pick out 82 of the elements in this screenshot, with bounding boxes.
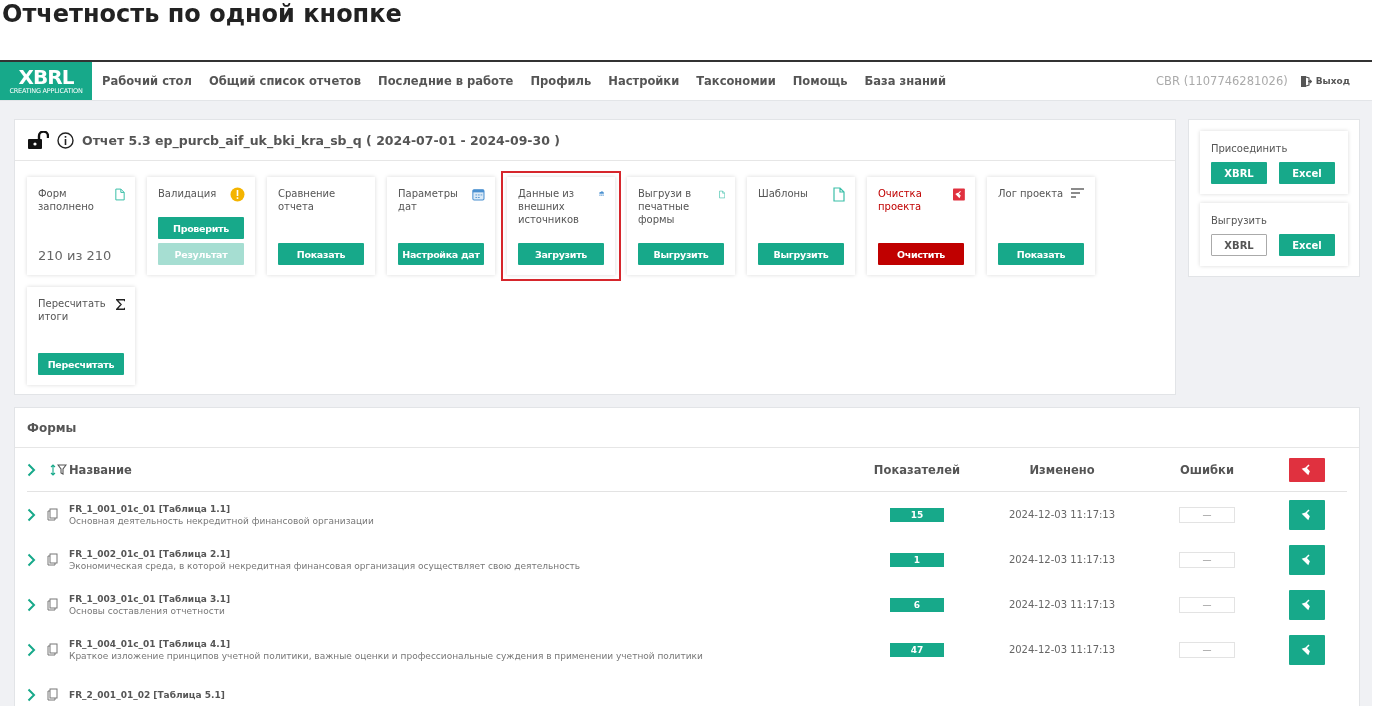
count-badge: 15 [890, 507, 944, 522]
tile-title: Пересчитать итоги [38, 297, 107, 323]
unlocked-icon[interactable] [27, 131, 49, 149]
forms-count: 210 из 210 [38, 248, 113, 263]
list-icon [1070, 187, 1085, 199]
table-cell: 2024-12-03 11:17:13 [1008, 599, 1116, 610]
user-name: CBR (1107746281026) [1156, 74, 1288, 88]
form-code[interactable]: FR_1_002_01c_01 [Таблица 2.1] [69, 548, 857, 559]
column-header[interactable]: Изменено [1029, 462, 1095, 477]
clear-button[interactable] [1289, 589, 1325, 620]
form-code[interactable]: FR_2_001_01_02 [Таблица 5.1] [69, 689, 857, 700]
page-heading: Отчетность по одной кнопке [1, 0, 403, 30]
document-icon [833, 187, 845, 202]
clear-button[interactable] [1289, 499, 1325, 530]
clear-button[interactable] [1289, 634, 1325, 665]
clear-all-button[interactable] [1289, 457, 1325, 482]
chevron-right-icon[interactable] [27, 462, 36, 477]
logout-icon [1299, 74, 1312, 88]
copy-icon[interactable] [47, 688, 58, 701]
logout-link[interactable]: Выход [1299, 74, 1350, 88]
table-cell: 2024-12-03 11:17:13 [1008, 644, 1116, 655]
calendar-icon [472, 187, 485, 202]
info-icon[interactable] [57, 131, 74, 149]
errors-cell: — [1179, 506, 1235, 523]
button[interactable]: Очистить [878, 243, 964, 265]
count-badge: 6 [890, 597, 944, 612]
form-description: Основы составления отчетности [69, 605, 226, 616]
copy-icon[interactable] [47, 553, 58, 566]
nav-link[interactable]: Профиль [530, 74, 592, 88]
chevron-right-icon[interactable] [27, 687, 36, 702]
tile-title: Данные из внешних источников [518, 187, 580, 226]
warning-icon [230, 187, 245, 202]
tile-title: Параметры дат [398, 187, 459, 213]
errors-cell: — [1179, 641, 1235, 658]
errors-cell: — [1179, 596, 1235, 613]
table-cell: 2024-12-03 11:17:13 [1008, 509, 1116, 520]
nav-link[interactable]: Помощь [792, 74, 848, 88]
table-cell: 2024-12-03 11:17:13 [1008, 554, 1116, 565]
chevron-right-icon[interactable] [27, 597, 36, 612]
report-title: Отчет 5.3 ep_purcb_aif_uk_bki_kra_sb_q ( 2024-07-01 - 2024-09-30 ) [82, 132, 560, 148]
chevron-right-icon[interactable] [27, 552, 36, 567]
column-header[interactable]: Ошибки [1180, 462, 1234, 477]
chevron-right-icon[interactable] [27, 507, 36, 522]
sort-icon[interactable] [49, 463, 56, 476]
filter-icon[interactable] [56, 464, 67, 475]
count-badge: 1 [890, 552, 944, 567]
chevron-right-icon[interactable] [27, 642, 36, 657]
nav-link[interactable]: Общий список отчетов [208, 74, 362, 88]
tile-title: Очистка проекта [878, 187, 923, 213]
count-badge: 47 [890, 642, 944, 657]
broom-icon [953, 187, 965, 202]
document-icon [718, 187, 725, 202]
copy-icon[interactable] [47, 508, 58, 521]
sigma-icon [115, 297, 125, 312]
column-header[interactable]: Показателей [873, 462, 961, 477]
column-header[interactable]: Название [69, 462, 132, 477]
tile-title: Выгрузи в печатные формы [638, 187, 693, 226]
tile-title: Форм заполнено [38, 187, 95, 213]
nav-link[interactable]: Рабочий стол [102, 74, 192, 88]
form-description: Основная деятельность некредитной финансовой организации [69, 515, 375, 526]
tile-title: Сравнение отчета [278, 187, 337, 213]
form-description: Экономическая среда, в которой некредитная финансовая организация осуществляет свою деятельность [69, 560, 582, 571]
copy-icon[interactable] [47, 598, 58, 611]
form-code[interactable]: FR_1_003_01c_01 [Таблица 3.1] [69, 593, 857, 604]
nav-link[interactable]: Таксономии [696, 74, 776, 88]
errors-cell: — [1179, 551, 1235, 568]
clear-button[interactable] [1289, 544, 1325, 575]
card-title: Присоединить [1211, 143, 1289, 154]
nav-link[interactable]: База знаний [864, 74, 946, 88]
form-code[interactable]: FR_1_001_01c_01 [Таблица 1.1] [69, 503, 857, 514]
button[interactable]: XBRL [1211, 234, 1267, 256]
tile-title: Лог проекта [998, 187, 1064, 200]
section-title: Формы [27, 420, 77, 435]
tile-title: Валидация [158, 187, 217, 200]
document-icon [115, 187, 125, 202]
card-title: Выгрузить [1211, 215, 1268, 226]
tile-title: Шаблоны [758, 187, 808, 200]
copy-icon[interactable] [47, 643, 58, 656]
nav-link[interactable]: Настройки [608, 74, 680, 88]
form-description: Краткое изложение принципов учетной политики, важные оценки и профессиональные суждения в применении учетной политики [69, 650, 704, 661]
form-code[interactable]: FR_1_004_01c_01 [Таблица 4.1] [69, 638, 857, 649]
nav-link[interactable]: Последние в работе [378, 74, 514, 88]
